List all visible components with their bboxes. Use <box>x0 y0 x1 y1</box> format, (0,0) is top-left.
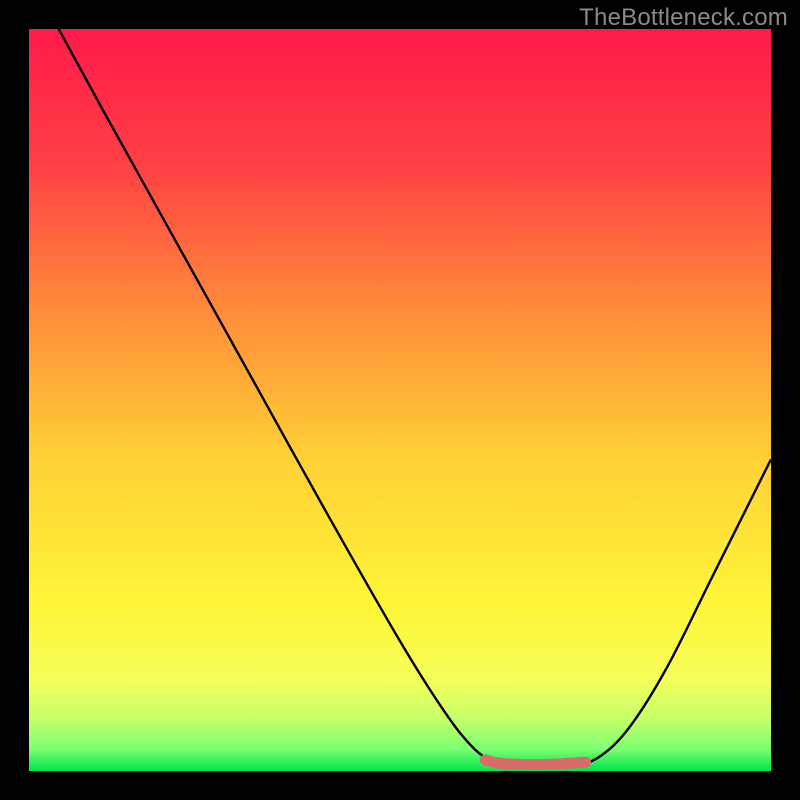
watermark-label: TheBottleneck.com <box>579 4 788 32</box>
plot-area <box>29 29 771 771</box>
bottom-marker <box>485 760 585 765</box>
chart-frame: TheBottleneck.com <box>0 0 800 800</box>
gradient-background <box>29 29 771 771</box>
bottleneck-chart <box>29 29 771 771</box>
